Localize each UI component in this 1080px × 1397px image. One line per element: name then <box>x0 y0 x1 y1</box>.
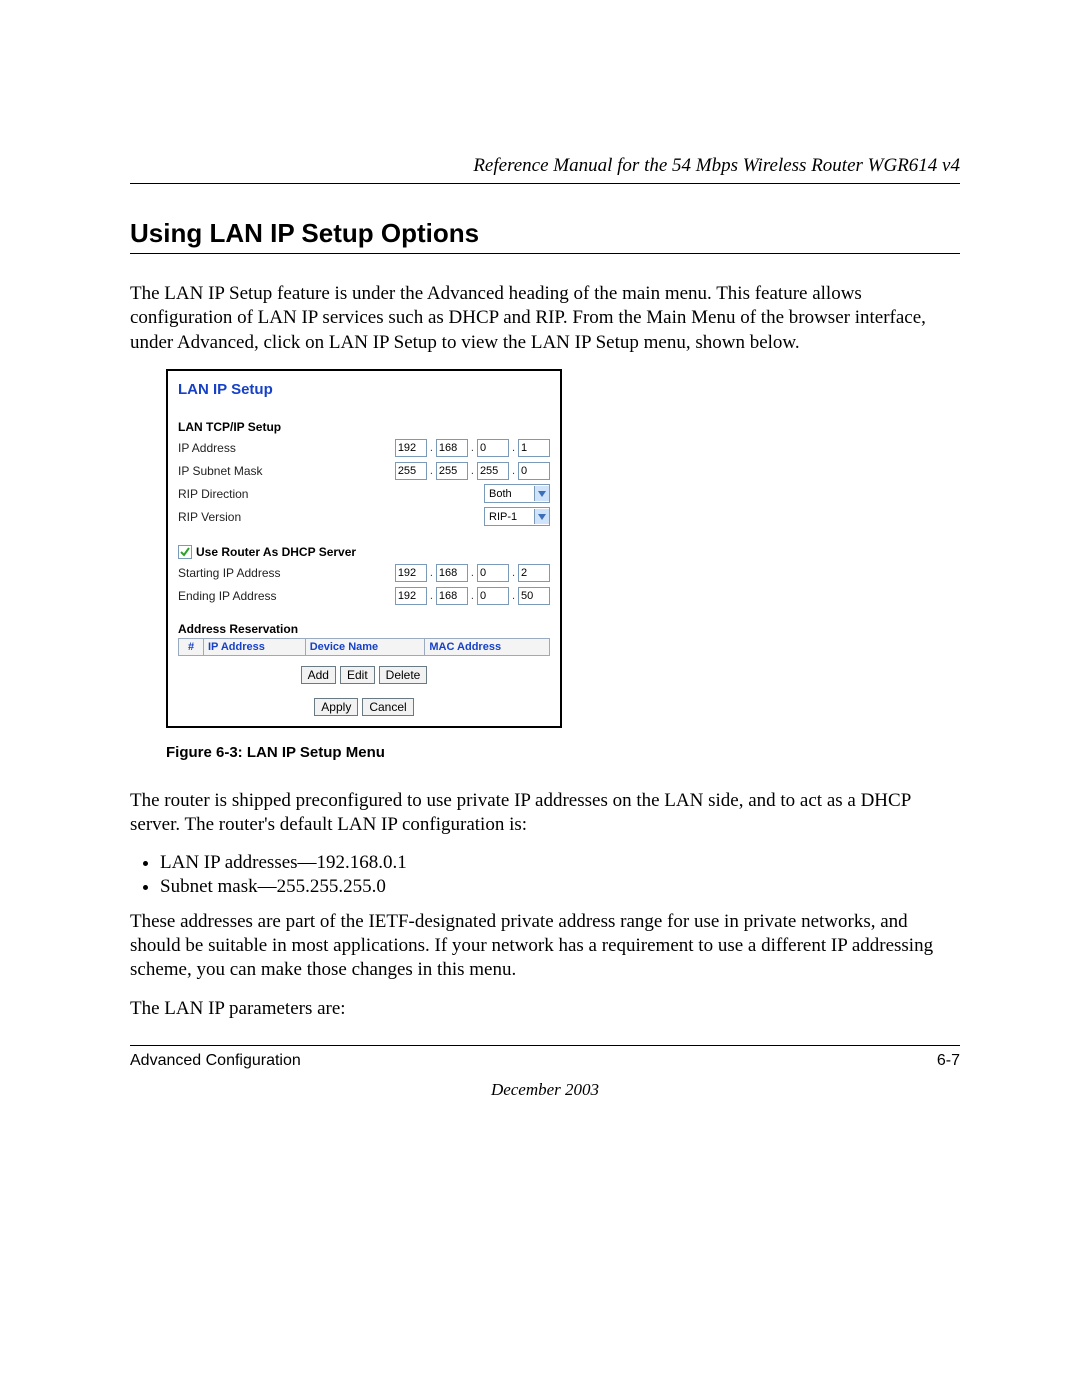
col-index: # <box>179 638 204 655</box>
footer-date: December 2003 <box>130 1080 960 1100</box>
subnet-octet-2[interactable] <box>436 462 468 480</box>
ip-address-label: IP Address <box>178 441 236 455</box>
rip-version-row: RIP Version RIP-1 <box>178 507 550 527</box>
form-button-row: Apply Cancel <box>178 698 550 716</box>
rip-version-value: RIP-1 <box>485 511 521 523</box>
footer-section-name: Advanced Configuration <box>130 1052 301 1070</box>
rip-direction-label: RIP Direction <box>178 487 248 501</box>
body-paragraph: These addresses are part of the IETF-des… <box>130 910 960 983</box>
start-ip-octet-2[interactable] <box>436 564 468 582</box>
rip-version-label: RIP Version <box>178 510 241 524</box>
footer-rule <box>130 1045 960 1046</box>
ip-octet-1[interactable] <box>395 439 427 457</box>
ui-panel-title: LAN IP Setup <box>178 381 550 398</box>
end-ip-octet-2[interactable] <box>436 587 468 605</box>
section-title: Using LAN IP Setup Options <box>130 218 960 249</box>
start-ip-input-group: . . . <box>395 564 550 582</box>
ip-octet-4[interactable] <box>518 439 550 457</box>
manual-page: Reference Manual for the 54 Mbps Wireles… <box>0 0 1080 1160</box>
chevron-down-icon <box>534 486 549 501</box>
address-reservation-label: Address Reservation <box>178 622 550 636</box>
page-footer: Advanced Configuration 6-7 December 2003 <box>130 1045 960 1100</box>
start-ip-row: Starting IP Address . . . <box>178 563 550 583</box>
start-ip-octet-4[interactable] <box>518 564 550 582</box>
add-button[interactable]: Add <box>301 666 336 684</box>
subnet-row: IP Subnet Mask . . . <box>178 461 550 481</box>
tcpip-section-label: LAN TCP/IP Setup <box>178 420 550 434</box>
figure-caption: Figure 6-3: LAN IP Setup Menu <box>166 744 960 761</box>
col-device-name: Device Name <box>305 638 425 655</box>
list-item: Subnet mask—255.255.255.0 <box>160 876 960 898</box>
edit-button[interactable]: Edit <box>340 666 375 684</box>
address-reservation-table: # IP Address Device Name MAC Address <box>178 638 550 656</box>
default-config-list: LAN IP addresses—192.168.0.1 Subnet mask… <box>130 852 960 898</box>
chevron-down-icon <box>534 509 549 524</box>
dhcp-checkbox[interactable] <box>178 545 192 559</box>
end-ip-label: Ending IP Address <box>178 589 277 603</box>
dhcp-checkbox-row: Use Router As DHCP Server <box>178 545 550 559</box>
start-ip-label: Starting IP Address <box>178 566 281 580</box>
rip-direction-value: Both <box>485 488 516 500</box>
col-ip-address: IP Address <box>204 638 306 655</box>
start-ip-octet-1[interactable] <box>395 564 427 582</box>
ip-address-row: IP Address . . . <box>178 438 550 458</box>
running-head: Reference Manual for the 54 Mbps Wireles… <box>130 155 960 177</box>
intro-paragraph: The LAN IP Setup feature is under the Ad… <box>130 282 960 355</box>
ip-address-input-group: . . . <box>395 439 550 457</box>
subnet-input-group: . . . <box>395 462 550 480</box>
footer-page-number: 6-7 <box>937 1052 960 1070</box>
end-ip-octet-3[interactable] <box>477 587 509 605</box>
end-ip-input-group: . . . <box>395 587 550 605</box>
apply-button[interactable]: Apply <box>314 698 358 716</box>
cancel-button[interactable]: Cancel <box>362 698 413 716</box>
title-rule <box>130 253 960 254</box>
subnet-octet-1[interactable] <box>395 462 427 480</box>
body-paragraph: The router is shipped preconfigured to u… <box>130 789 960 838</box>
rip-direction-row: RIP Direction Both <box>178 484 550 504</box>
subnet-label: IP Subnet Mask <box>178 464 263 478</box>
reservation-button-row: Add Edit Delete <box>178 666 550 684</box>
end-ip-row: Ending IP Address . . . <box>178 586 550 606</box>
end-ip-octet-1[interactable] <box>395 587 427 605</box>
figure: LAN IP Setup LAN TCP/IP Setup IP Address… <box>166 369 960 761</box>
delete-button[interactable]: Delete <box>379 666 428 684</box>
header-rule <box>130 183 960 184</box>
subnet-octet-4[interactable] <box>518 462 550 480</box>
body-paragraph: The LAN IP parameters are: <box>130 997 960 1021</box>
ip-octet-2[interactable] <box>436 439 468 457</box>
list-item: LAN IP addresses—192.168.0.1 <box>160 852 960 874</box>
dhcp-checkbox-label: Use Router As DHCP Server <box>196 545 356 559</box>
start-ip-octet-3[interactable] <box>477 564 509 582</box>
rip-version-select[interactable]: RIP-1 <box>484 507 550 526</box>
ip-octet-3[interactable] <box>477 439 509 457</box>
col-mac-address: MAC Address <box>425 638 550 655</box>
end-ip-octet-4[interactable] <box>518 587 550 605</box>
rip-direction-select[interactable]: Both <box>484 484 550 503</box>
router-ui-screenshot: LAN IP Setup LAN TCP/IP Setup IP Address… <box>166 369 562 728</box>
subnet-octet-3[interactable] <box>477 462 509 480</box>
